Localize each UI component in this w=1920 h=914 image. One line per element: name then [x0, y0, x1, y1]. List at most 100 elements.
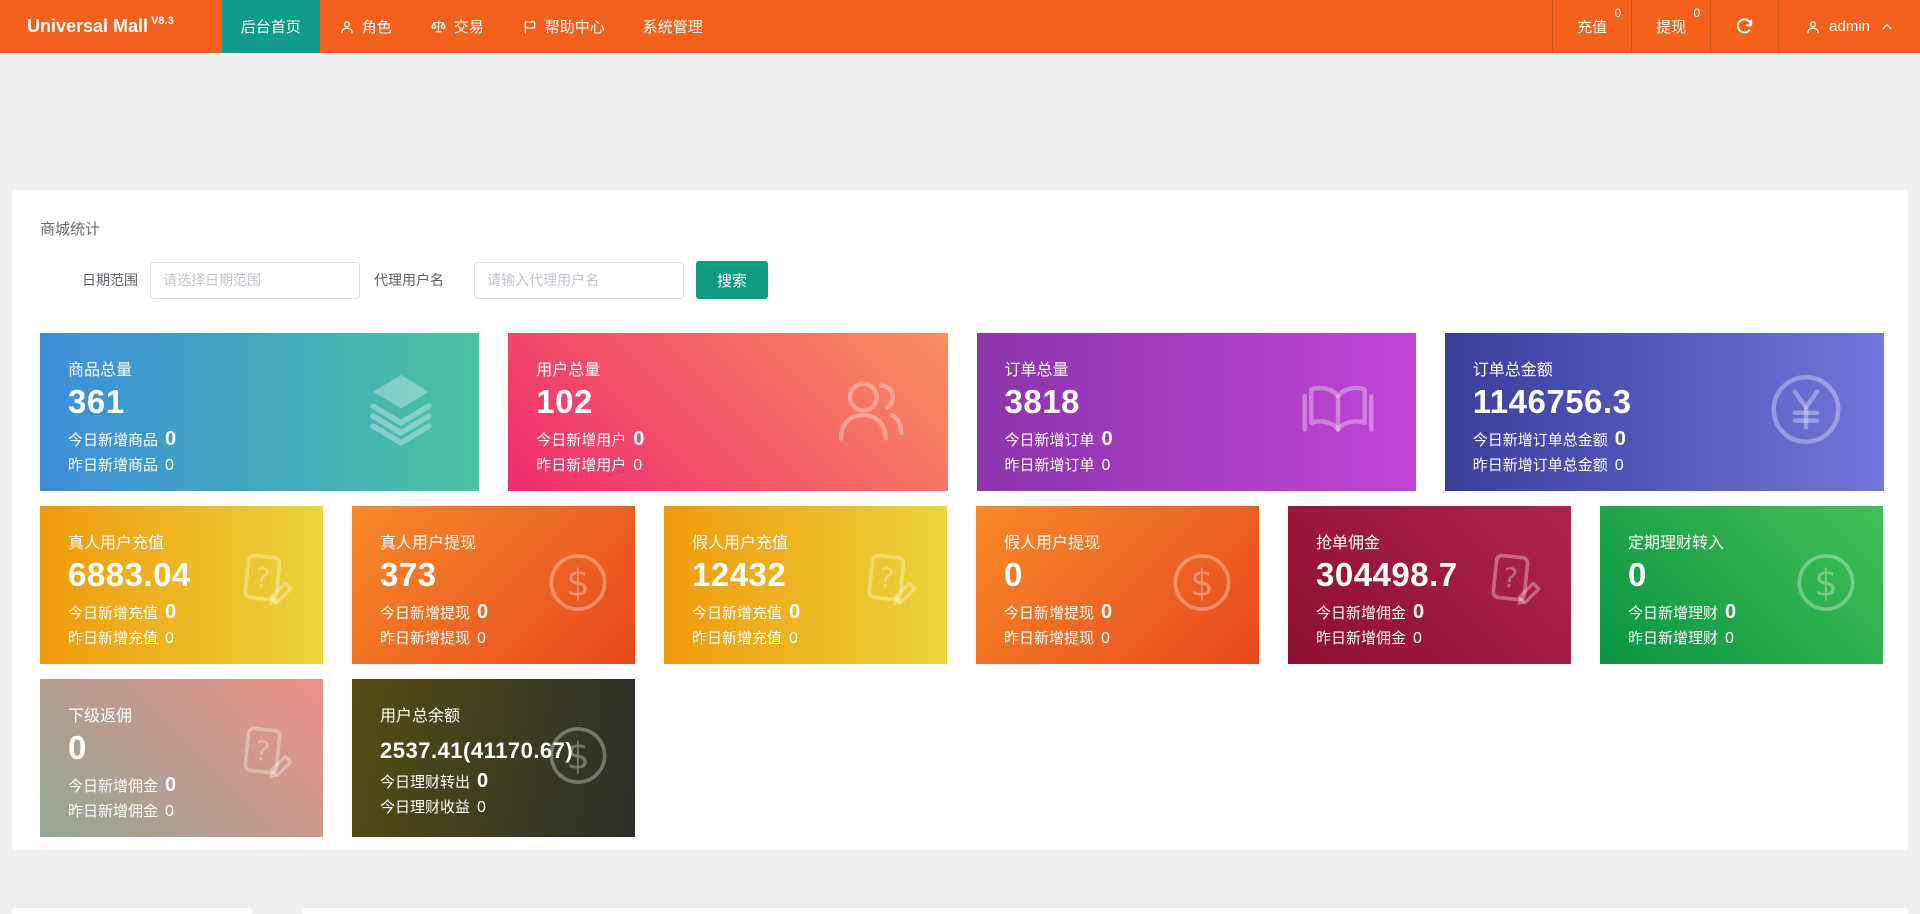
doc-icon: ? [857, 550, 923, 621]
nav-item-3[interactable]: 帮助中心 [503, 0, 624, 53]
top-navbar: Universal Mall V8.3 后台首页角色 交易 帮助中心系统管理 充值0… [0, 0, 1920, 53]
brand-logo[interactable]: Universal Mall V8.3 [0, 0, 174, 53]
card-subline-value: 0 [1615, 428, 1626, 450]
yen-icon [1766, 370, 1846, 455]
nav-right-actions: 充值0提现0admin [1552, 0, 1920, 53]
nav-action-1[interactable]: 提现0 [1631, 0, 1710, 53]
scales-icon [430, 18, 447, 35]
user-menu[interactable]: admin [1778, 0, 1920, 53]
nav-item-label: 帮助中心 [545, 16, 605, 37]
card-subline: 昨日新增订单总金额 0 [1473, 457, 1884, 475]
nav-item-1[interactable]: 角色 [320, 0, 411, 53]
stat-card: 假人用户提现0今日新增提现0昨日新增提现0$ [976, 506, 1259, 664]
agent-username-input[interactable] [474, 262, 684, 299]
card-subline: 昨日新增充值0 [68, 630, 323, 648]
card-subline-label: 昨日新增订单总金额 [1473, 458, 1608, 475]
cards-row-3: 下级返佣0今日新增佣金0昨日新增佣金0?用户总余额2537.41(41170.6… [40, 679, 1884, 837]
doc-icon: ? [1481, 550, 1547, 621]
card-subline-label: 昨日新增佣金 [1316, 631, 1406, 648]
svg-text:?: ? [1501, 562, 1519, 595]
card-subline-label: 今日理财收益 [380, 800, 470, 817]
card-subline-value: 0 [1725, 630, 1734, 648]
card-title: 真人用户提现 [380, 506, 635, 553]
card-subline-label: 今日新增充值 [692, 606, 782, 623]
card-subline-value: 0 [1101, 630, 1110, 648]
filter-form: 日期范围 代理用户名 搜索 [82, 261, 1884, 299]
svg-text:?: ? [253, 562, 271, 595]
card-title: 假人用户充值 [692, 506, 947, 553]
nav-action-0[interactable]: 充值0 [1552, 0, 1631, 53]
stat-card: 用户总余额2537.41(41170.67)今日理财转出0今日理财收益0$ [352, 679, 635, 837]
card-subline: 昨日新增用户0 [536, 457, 947, 475]
card-title: 真人用户充值 [68, 506, 323, 553]
dollar-icon: $ [1793, 550, 1859, 621]
card-subline-label: 昨日新增充值 [692, 631, 782, 648]
card-subline-value: 0 [1615, 457, 1624, 475]
svg-text:$: $ [1814, 561, 1837, 604]
chevron-up-icon [1880, 20, 1894, 34]
card-title: 抢单佣金 [1316, 506, 1571, 553]
nav-item-4[interactable]: 系统管理 [624, 0, 722, 53]
user-name: admin [1829, 18, 1870, 35]
card-subline-value: 0 [165, 457, 174, 475]
stat-card: 下级返佣0今日新增佣金0昨日新增佣金0? [40, 679, 323, 837]
nav-item-label: 交易 [454, 16, 484, 37]
doc-icon: ? [233, 550, 299, 621]
stat-card: 商品总量361今日新增商品0昨日新增商品0 [40, 333, 479, 491]
card-subline-value: 0 [165, 428, 176, 450]
card-subline-label: 今日新增佣金 [68, 779, 158, 796]
nav-action-badge: 0 [1614, 7, 1621, 19]
card-subline-value: 0 [1102, 457, 1111, 475]
card-subline-value: 0 [1102, 428, 1113, 450]
card-subline: 昨日新增提现0 [380, 630, 635, 648]
nav-item-2[interactable]: 交易 [411, 0, 503, 53]
card-subline: 昨日新增佣金 0 [1316, 630, 1571, 648]
card-subline-value: 0 [165, 803, 174, 821]
card-subline-value: 0 [633, 428, 644, 450]
card-subline: 昨日新增充值 0 [692, 630, 947, 648]
card-subline-label: 昨日新增理财 [1628, 631, 1718, 648]
card-subline-value: 0 [165, 601, 176, 623]
card-subline-label: 今日新增商品 [68, 433, 158, 450]
search-button[interactable]: 搜索 [696, 261, 768, 299]
nav-action-label: 提现 [1656, 16, 1686, 37]
card-subline-label: 今日新增理财 [1628, 606, 1718, 623]
dollar-icon: $ [1169, 550, 1235, 621]
card-subline-label: 昨日新增用户 [536, 458, 626, 475]
agent-username-label: 代理用户名 [374, 270, 444, 290]
card-title: 定期理财转入 [1628, 506, 1883, 553]
card-subline-label: 昨日新增提现 [1004, 631, 1094, 648]
card-subline-label: 今日新增用户 [536, 433, 626, 450]
card-subline-label: 昨日新增订单 [1005, 458, 1095, 475]
card-subline-value: 0 [1725, 601, 1736, 623]
card-subline-value: 0 [789, 601, 800, 623]
card-subline: 昨日新增商品0 [68, 457, 479, 475]
svg-text:$: $ [1190, 561, 1213, 604]
stats-panel: 商城统计 日期范围 代理用户名 搜索 商品总量361今日新增商品0昨日新增商品0… [12, 190, 1908, 850]
card-title: 假人用户提现 [1004, 506, 1259, 553]
card-subline-value: 0 [477, 799, 486, 817]
card-subline-value: 0 [477, 630, 486, 648]
cards-row-2: 真人用户充值6883.04今日新增充值0昨日新增充值0?真人用户提现373今日新… [40, 506, 1884, 664]
cards-row-1: 商品总量361今日新增商品0昨日新增商品0用户总量102今日新增用户0昨日新增用… [40, 333, 1884, 491]
card-subline-value: 0 [789, 630, 798, 648]
nav-menu: 后台首页角色 交易 帮助中心系统管理 [222, 0, 722, 53]
brand-version: V8.3 [151, 15, 174, 27]
date-range-label: 日期范围 [82, 270, 138, 290]
refresh-icon [1735, 17, 1754, 36]
card-subline-label: 今日新增提现 [380, 606, 470, 623]
card-subline: 昨日新增订单 0 [1005, 457, 1416, 475]
refresh-button[interactable] [1710, 0, 1778, 53]
date-range-input[interactable] [150, 262, 360, 299]
stat-card: 真人用户提现373今日新增提现0昨日新增提现0$ [352, 506, 635, 664]
card-subline-value: 0 [477, 601, 488, 623]
stat-card: 假人用户充值12432今日新增充值0昨日新增充值0? [664, 506, 947, 664]
card-subline-value: 0 [1101, 601, 1112, 623]
card-subline: 昨日新增提现 0 [1004, 630, 1259, 648]
nav-item-home[interactable]: 后台首页 [222, 0, 320, 53]
doc-icon: ? [233, 723, 299, 794]
stat-cards: 商品总量361今日新增商品0昨日新增商品0用户总量102今日新增用户0昨日新增用… [40, 333, 1884, 837]
card-subline-value: 0 [1413, 630, 1422, 648]
card-subline: 昨日新增理财 0 [1628, 630, 1883, 648]
book-icon [1298, 370, 1378, 455]
